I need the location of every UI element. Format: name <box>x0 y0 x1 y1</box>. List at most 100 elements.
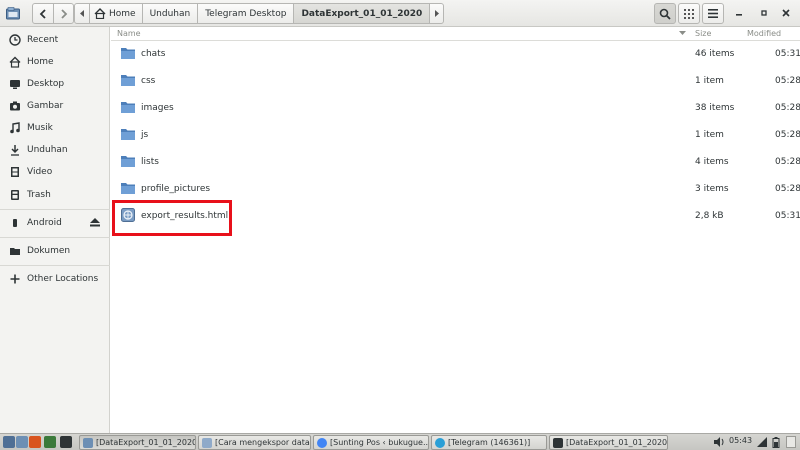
menu-button[interactable] <box>702 3 724 24</box>
breadcrumb-current[interactable]: DataExport_01_01_2020 <box>293 4 430 23</box>
close-button[interactable] <box>777 4 795 22</box>
breadcrumb: Home Unduhan Telegram Desktop DataExport… <box>74 3 445 24</box>
file-modified: 05:28 <box>775 76 800 86</box>
forward-button[interactable] <box>53 4 73 23</box>
sidebar-item-dokumen[interactable]: Dokumen <box>0 241 110 261</box>
back-button[interactable] <box>33 4 53 23</box>
trash-icon <box>11 190 19 200</box>
sidebar-item-label: Android <box>27 218 62 228</box>
table-row[interactable]: css 1 item 05:28 <box>111 68 800 95</box>
chevron-right-icon <box>60 8 67 19</box>
network-signal-icon[interactable] <box>757 437 767 447</box>
file-name: lists <box>141 157 159 167</box>
task-telegram[interactable]: [Telegram (146361)] <box>431 435 547 450</box>
table-row[interactable]: profile_pictures 3 items 05:28 <box>111 176 800 203</box>
chevron-left-icon <box>39 8 46 19</box>
download-icon <box>11 145 19 156</box>
task-label: [Cara mengekspor data ... <box>215 438 311 447</box>
file-size: 4 items <box>695 157 729 167</box>
sort-arrow-down-icon[interactable] <box>679 31 686 36</box>
search-button[interactable] <box>654 3 676 24</box>
battery-icon[interactable] <box>772 437 780 448</box>
sidebar-item-label: Trash <box>27 190 51 200</box>
search-icon <box>659 8 671 20</box>
column-header: Name Size Modified <box>111 27 800 41</box>
show-desktop-icon[interactable] <box>3 436 15 448</box>
file-name: images <box>141 103 174 113</box>
file-size: 38 items <box>695 103 735 113</box>
sidebar-item-musik[interactable]: Musik <box>0 118 110 138</box>
breadcrumb-unduhan[interactable]: Unduhan <box>141 4 198 23</box>
sidebar-item-video[interactable]: Video <box>0 162 110 182</box>
task-data-export-2[interactable]: [DataExport_01_01_2020] <box>549 435 668 450</box>
breadcrumb-scroll-left[interactable] <box>75 4 89 23</box>
column-name[interactable]: Name <box>117 29 141 38</box>
task-label: [Sunting Pos ‹ bukugue.... <box>330 438 429 447</box>
notification-area-icon[interactable] <box>786 436 796 448</box>
file-name: chats <box>141 49 166 59</box>
sidebar-item-label: Musik <box>27 123 53 133</box>
task-data-export[interactable]: [DataExport_01_01_2020] <box>79 435 196 450</box>
sidebar-item-trash[interactable]: Trash <box>0 185 110 205</box>
view-toggle-button[interactable] <box>678 3 700 24</box>
chrome-icon <box>317 437 327 448</box>
sidebar-separator <box>0 265 110 266</box>
column-modified[interactable]: Modified <box>747 29 781 38</box>
file-name: css <box>141 76 156 86</box>
file-manager-icon <box>6 7 20 20</box>
sidebar-item-gambar[interactable]: Gambar <box>0 96 110 116</box>
eject-icon[interactable] <box>90 218 100 227</box>
column-size[interactable]: Size <box>695 29 711 38</box>
browser-icon <box>202 437 212 448</box>
task-label: [DataExport_01_01_2020] <box>566 438 668 447</box>
close-icon <box>782 9 790 17</box>
sidebar-item-desktop[interactable]: Desktop <box>0 74 110 94</box>
table-row[interactable]: images 38 items 05:28 <box>111 95 800 122</box>
sidebar-item-home[interactable]: Home <box>0 52 110 72</box>
task-label: [DataExport_01_01_2020] <box>96 438 196 447</box>
table-row[interactable]: chats 46 items 05:31 <box>111 41 800 68</box>
file-manager-icon[interactable] <box>16 436 28 448</box>
firefox-icon[interactable] <box>29 436 41 448</box>
sidebar-item-label: Gambar <box>27 101 64 111</box>
breadcrumb-scroll-right[interactable] <box>429 4 443 23</box>
header-bar: Home Unduhan Telegram Desktop DataExport… <box>0 0 800 27</box>
sidebar-item-unduhan[interactable]: Unduhan <box>0 140 110 160</box>
folder-icon <box>121 129 135 140</box>
sidebar-item-android[interactable]: Android <box>0 213 110 233</box>
task-browser-article[interactable]: [Cara mengekspor data ... <box>198 435 311 450</box>
file-modified: 05:31 <box>775 211 800 221</box>
sidebar-item-label: Recent <box>27 35 59 45</box>
table-row[interactable]: lists 4 items 05:28 <box>111 149 800 176</box>
sidebar-item-label: Dokumen <box>27 246 71 256</box>
sidebar-item-label: Other Locations <box>27 274 99 284</box>
maximize-button[interactable] <box>755 4 773 22</box>
plus-icon <box>10 274 20 284</box>
clock-icon <box>9 34 21 46</box>
breadcrumb-telegram-desktop[interactable]: Telegram Desktop <box>197 4 293 23</box>
caret-left-icon <box>79 10 84 17</box>
volume-icon[interactable] <box>714 437 726 447</box>
task-label: [Telegram (146361)] <box>448 438 531 447</box>
task-browser-post[interactable]: [Sunting Pos ‹ bukugue.... <box>313 435 429 450</box>
sidebar-item-label: Unduhan <box>27 145 68 155</box>
breadcrumb-home[interactable]: Home <box>89 4 142 23</box>
table-row[interactable]: js 1 item 05:28 <box>111 122 800 149</box>
hamburger-menu-icon <box>708 9 718 18</box>
screenshot-icon[interactable] <box>60 436 72 448</box>
sidebar-separator <box>0 237 110 238</box>
film-icon <box>11 167 19 177</box>
folder-icon <box>121 75 135 86</box>
sidebar-item-other-locations[interactable]: Other Locations <box>0 269 110 289</box>
camera-icon <box>10 101 20 111</box>
sidebar-item-recent[interactable]: Recent <box>0 30 110 50</box>
music-note-icon <box>10 122 20 134</box>
taskbar: [DataExport_01_01_2020] [Cara mengekspor… <box>0 433 800 450</box>
file-size: 3 items <box>695 184 729 194</box>
file-modified: 05:28 <box>775 130 800 140</box>
minimize-button[interactable] <box>730 4 748 22</box>
clock[interactable]: 05:43 <box>729 436 752 445</box>
terminal-icon[interactable] <box>44 436 56 448</box>
file-name: js <box>141 130 149 140</box>
folder-icon <box>121 183 135 194</box>
